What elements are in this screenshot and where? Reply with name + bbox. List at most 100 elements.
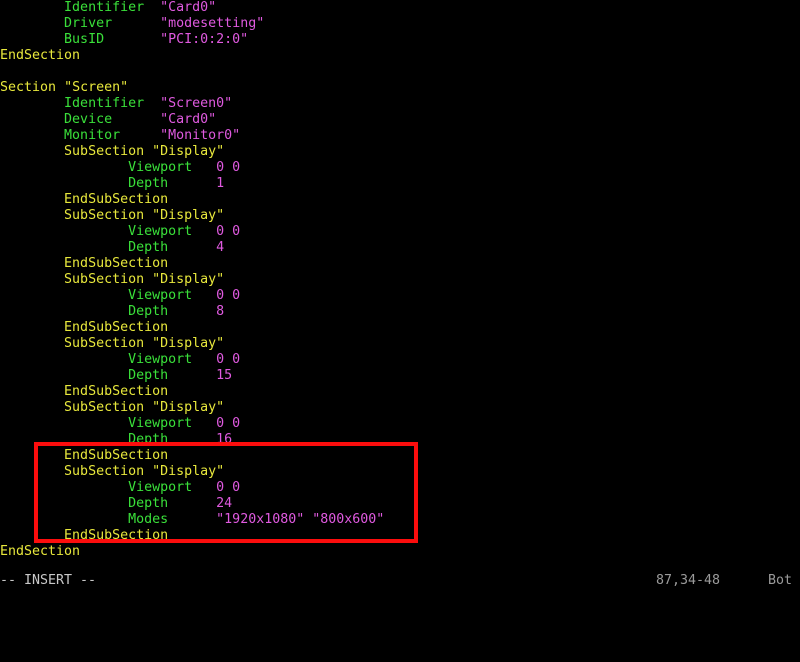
line-spacer (168, 176, 216, 191)
config-value: 4 (216, 240, 225, 255)
config-keyword: EndSection (0, 544, 81, 559)
editor-line[interactable]: Identifier "Card0" (0, 0, 800, 16)
config-keyword: SubSection (64, 400, 145, 415)
editor-line[interactable]: SubSection "Display" (0, 336, 800, 352)
editor-line[interactable]: Viewport 0 0 (0, 160, 800, 176)
editor-line[interactable]: BusID "PCI:0:2:0" (0, 32, 800, 48)
config-option-name: Viewport (128, 480, 193, 495)
editor-line[interactable]: Depth 15 (0, 368, 800, 384)
vim-status-line: -- INSERT -- 87,34-48 Bot (0, 572, 800, 590)
editor-line[interactable]: SubSection "Display" (0, 464, 800, 480)
line-spacer (104, 32, 160, 47)
editor-line[interactable]: Viewport 0 0 (0, 288, 800, 304)
config-option-name: Modes (128, 512, 169, 527)
line-spacer (192, 288, 216, 303)
config-value: 8 (216, 304, 225, 319)
config-value: "Card0" (160, 112, 217, 127)
config-value: 0 0 (216, 160, 241, 175)
config-keyword: EndSection (0, 48, 81, 63)
editor-line[interactable]: EndSubSection (0, 528, 800, 544)
editor-line[interactable]: Section "Screen" (0, 80, 800, 96)
config-keyword: SubSection (64, 464, 145, 479)
editor-text-buffer[interactable]: Identifier "Card0" Driver "modesetting" … (0, 0, 800, 570)
editor-line[interactable]: SubSection "Display" (0, 272, 800, 288)
editor-line[interactable]: EndSubSection (0, 448, 800, 464)
editor-line[interactable]: Viewport 0 0 (0, 480, 800, 496)
editor-line-blank[interactable] (0, 64, 800, 80)
editor-line[interactable]: SubSection "Display" (0, 144, 800, 160)
config-option-name: Viewport (128, 288, 193, 303)
config-option-name: BusID (64, 32, 105, 47)
config-keyword: EndSubSection (64, 528, 169, 543)
editor-line[interactable]: Depth 4 (0, 240, 800, 256)
line-spacer (144, 400, 152, 415)
config-option-name: Viewport (128, 352, 193, 367)
editor-line[interactable]: SubSection "Display" (0, 208, 800, 224)
editor-line[interactable]: SubSection "Display" (0, 400, 800, 416)
line-spacer (168, 512, 216, 527)
editor-line[interactable]: EndSubSection (0, 320, 800, 336)
config-keyword: "Display" (152, 272, 225, 287)
line-spacer (168, 432, 216, 447)
line-spacer (144, 208, 152, 223)
config-value: 1 (216, 176, 225, 191)
editor-line[interactable]: EndSubSection (0, 192, 800, 208)
config-option-name: Depth (128, 432, 169, 447)
line-spacer (144, 464, 152, 479)
config-value: "Card0" (160, 0, 217, 15)
config-value: "PCI:0:2:0" (160, 32, 249, 47)
config-option-name: Monitor (64, 128, 121, 143)
line-spacer (168, 368, 216, 383)
config-value: "Screen0" (160, 96, 233, 111)
line-spacer (168, 304, 216, 319)
line-spacer (168, 496, 216, 511)
config-value: 0 0 (216, 224, 241, 239)
editor-line[interactable]: Viewport 0 0 (0, 224, 800, 240)
editor-line[interactable]: Depth 16 (0, 432, 800, 448)
editor-line[interactable]: Driver "modesetting" (0, 16, 800, 32)
config-keyword: "Screen" (64, 80, 129, 95)
config-value: 0 0 (216, 288, 241, 303)
config-keyword: EndSubSection (64, 320, 169, 335)
editor-line[interactable]: Device "Card0" (0, 112, 800, 128)
scroll-position-indicator: Bot (768, 573, 793, 588)
editor-line[interactable]: EndSection (0, 48, 800, 64)
config-value: 24 (216, 496, 233, 511)
line-spacer (192, 352, 216, 367)
editor-line[interactable]: Depth 8 (0, 304, 800, 320)
line-spacer (144, 144, 152, 159)
config-value: 0 0 (216, 416, 241, 431)
editor-line[interactable]: Monitor "Monitor0" (0, 128, 800, 144)
config-keyword: "Display" (152, 336, 225, 351)
line-spacer (144, 272, 152, 287)
editor-line[interactable]: EndSubSection (0, 384, 800, 400)
config-value: 16 (216, 432, 233, 447)
editor-line[interactable]: Depth 24 (0, 496, 800, 512)
config-option-name: Viewport (128, 416, 193, 431)
editor-line[interactable]: EndSubSection (0, 256, 800, 272)
editor-line[interactable]: Identifier "Screen0" (0, 96, 800, 112)
config-option-name: Depth (128, 240, 169, 255)
config-value: "1920x1080" "800x600" (216, 512, 385, 527)
config-keyword: "Display" (152, 464, 225, 479)
editor-line[interactable]: Viewport 0 0 (0, 352, 800, 368)
editor-line[interactable]: EndSection (0, 544, 800, 560)
editor-line[interactable]: Modes "1920x1080" "800x600" (0, 512, 800, 528)
editor-line[interactable]: Viewport 0 0 (0, 416, 800, 432)
line-spacer (144, 336, 152, 351)
editor-line[interactable]: Depth 1 (0, 176, 800, 192)
